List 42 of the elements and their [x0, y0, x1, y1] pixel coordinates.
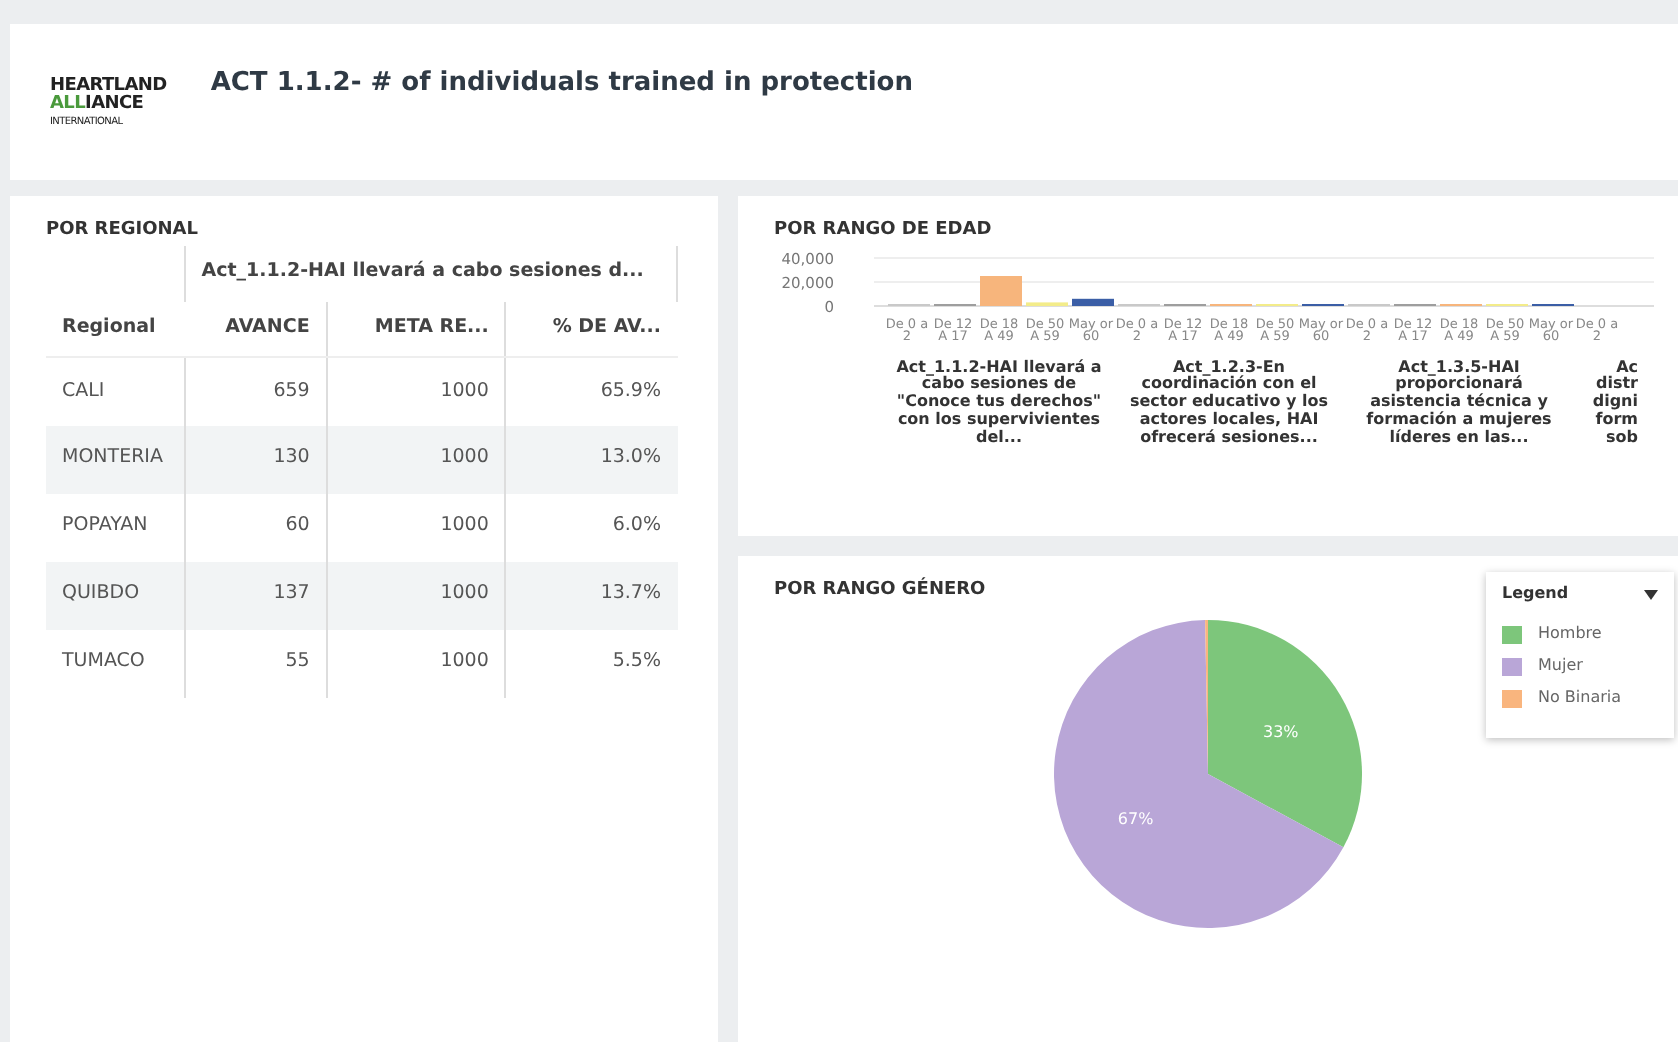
- legend-label: Mujer: [1538, 654, 1583, 678]
- category-label: Act_1.1.2-HAI llevará a cabo sesiones de "Conoce tus derechos" con los supervivientes del...: [894, 359, 1104, 447]
- bar: [980, 275, 1022, 305]
- column-header: AVANCE: [184, 301, 327, 357]
- dashboard-title: ACT 1.1.2- # of individuals trained in protection: [210, 66, 913, 103]
- section-title: POR REGIONAL: [46, 218, 199, 244]
- caret-icon[interactable]: [1644, 589, 1658, 599]
- category-label: form: [1595, 411, 1638, 429]
- table-cell: POPAYAN: [46, 493, 185, 561]
- table-cell: 55: [184, 629, 327, 697]
- table-cell: QUIBDO: [46, 561, 185, 629]
- category-label: digni: [1590, 394, 1638, 411]
- legend-label: No Binaria: [1538, 686, 1622, 710]
- bar: [1072, 297, 1114, 305]
- table-cell: 1000: [326, 425, 506, 493]
- table-cell: 1000: [326, 629, 506, 697]
- logo-text: ALLIANCE: [50, 95, 146, 113]
- table-cell: MONTERIA: [46, 425, 185, 493]
- column-header: % DE AV...: [505, 301, 677, 357]
- table-cell: 130: [184, 425, 327, 493]
- category-label: Ac: [1614, 359, 1638, 375]
- table-cell: 1000: [326, 561, 506, 629]
- table-cell: TUMACO: [46, 629, 185, 697]
- slice-label: 33%: [1263, 721, 1299, 740]
- legend-label: Hombre: [1538, 622, 1602, 646]
- table-cell: 13.0%: [505, 425, 677, 493]
- legend-title: Legend: [1502, 582, 1569, 606]
- category-label: sob: [1604, 429, 1638, 447]
- logo-text: HEARTLAND: [50, 77, 167, 95]
- table-cell: 137: [184, 561, 327, 629]
- table-cell: 13.7%: [505, 561, 677, 629]
- table-cell: 5.5%: [505, 629, 677, 697]
- category-label: distr: [1594, 376, 1638, 393]
- column-header: META RE...: [326, 301, 506, 357]
- category-label: Act_1.2.3-En coordinación con el sector educativo y los actores locales, HAI ofrecerá sesiones...: [1127, 359, 1331, 447]
- column-group-header: Act_1.1.2-HAI llevará a cabo sesiones d...: [184, 245, 677, 301]
- column-header: Regional: [46, 301, 185, 357]
- section-title: POR RANGO DE EDAD: [774, 218, 992, 244]
- slice-label: 67%: [1117, 809, 1154, 827]
- table-cell: CALI: [46, 357, 185, 425]
- category-label: Act_1.3.5-HAI proporcionará asistencia técnica y formación a mujeres líderes en las...: [1364, 359, 1554, 447]
- section-title: POR RANGO GÉNERO: [774, 578, 986, 604]
